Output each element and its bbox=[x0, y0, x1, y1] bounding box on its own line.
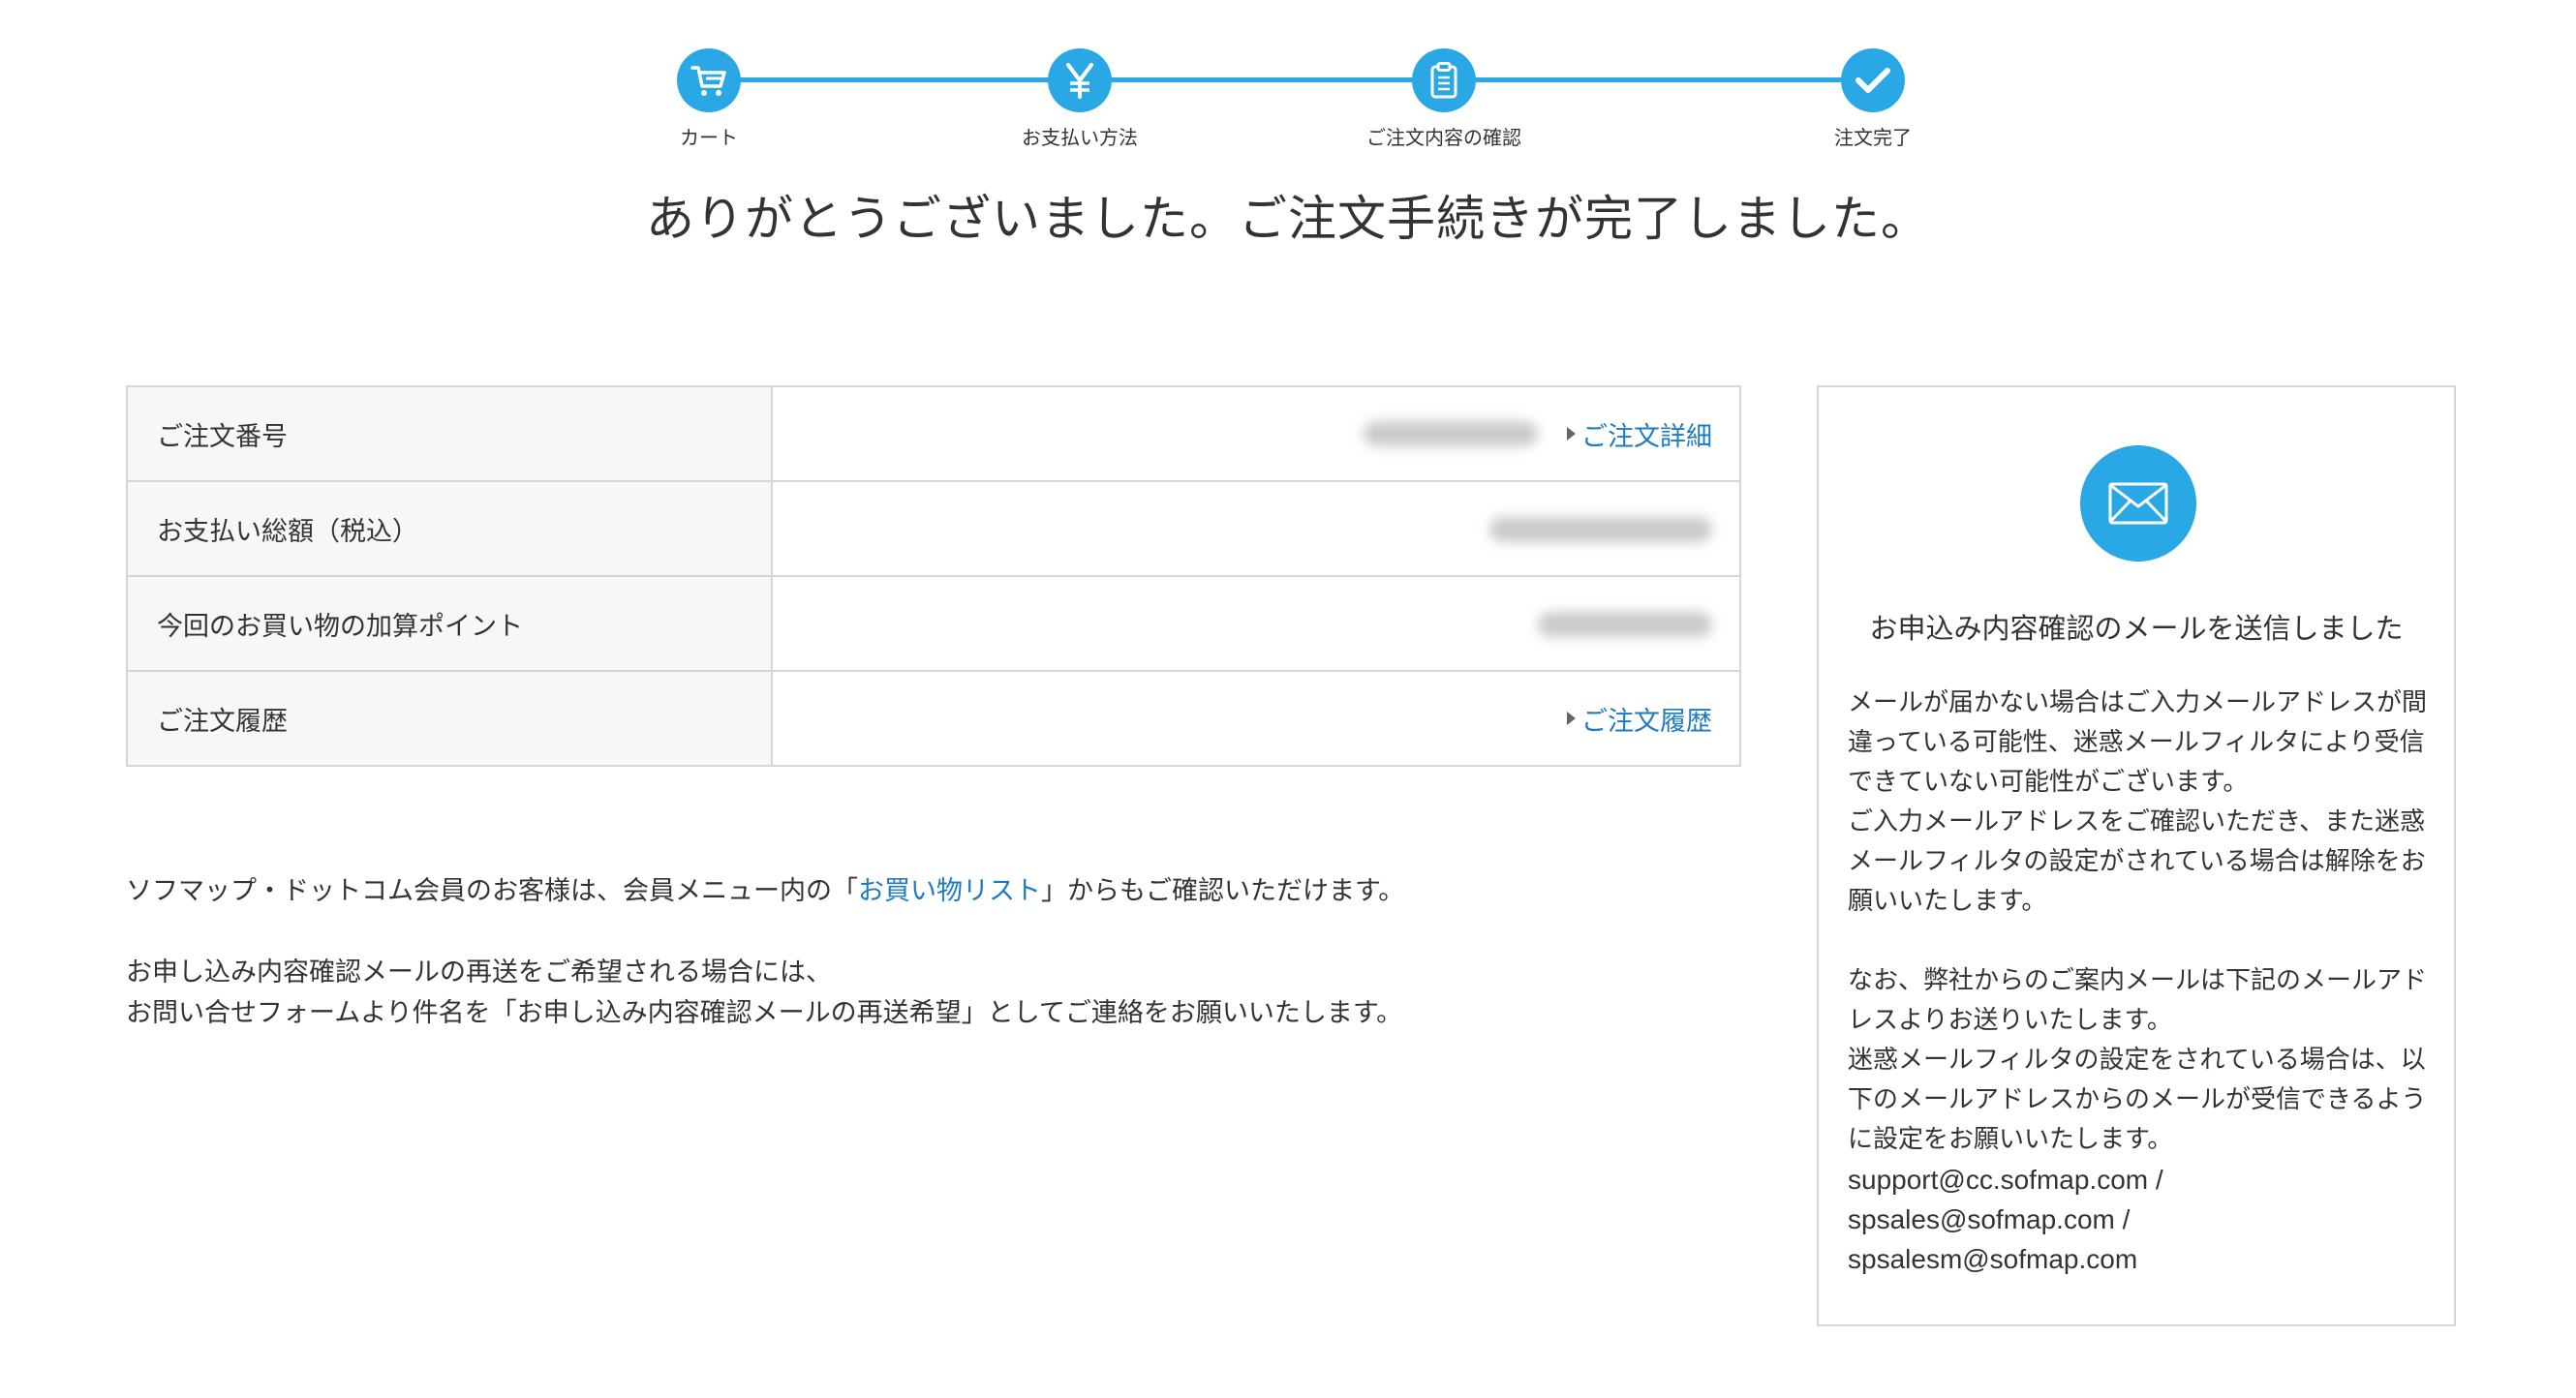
step-label: カート bbox=[680, 126, 738, 149]
total-payment-cell bbox=[771, 480, 1741, 577]
step-label: 注文完了 bbox=[1834, 126, 1912, 149]
mail-sent-panel: お申込み内容確認のメールを送信しました メールが届かない場合はご入力メールアドレ… bbox=[1817, 385, 2456, 1326]
step-cart: カート bbox=[593, 48, 825, 150]
total-payment-label: お支払い総額（税込） bbox=[126, 480, 773, 577]
resend-note-line1: お申し込み内容確認メールの再送をご希望される場合には、 bbox=[126, 957, 832, 988]
cart-icon bbox=[677, 48, 741, 112]
mail-paragraph: メールが届かない場合はご入力メールアドレスが間違っている可能性、迷惑メールフィル… bbox=[1848, 688, 2428, 797]
step-complete: 注文完了 bbox=[1757, 48, 1989, 150]
order-notes: ソフマップ・ドットコム会員のお客様は、会員メニュー内の「お買い物リスト」からもご… bbox=[126, 871, 1741, 1034]
points-label: 今回のお買い物の加算ポイント bbox=[126, 575, 773, 672]
page-title: ありがとうございました。ご注文手続きが完了しました。 bbox=[646, 191, 1930, 247]
step-payment: お支払い方法 bbox=[964, 48, 1196, 150]
progress-line bbox=[709, 77, 1873, 82]
points-cell bbox=[771, 575, 1741, 672]
sender-address: support@cc.sofmap.com / bbox=[1848, 1165, 2163, 1195]
arrow-right-icon bbox=[1567, 427, 1576, 441]
check-icon bbox=[1841, 48, 1905, 112]
mail-paragraph: ご入力メールアドレスをご確認いただき、また迷惑メールフィルタの設定がされている場… bbox=[1848, 807, 2426, 916]
mail-paragraph: なお、弊社からのご案内メールは下記のメールアドレスよりお送りいたします。 bbox=[1848, 966, 2428, 1035]
order-summary-table: ご注文番号 ご注文詳細 お支払い総額（税込） 今回のお買い物の加算ポイント ご注… bbox=[126, 385, 1741, 767]
resend-note-line2: お問い合せフォームより件名を「お申し込み内容確認メールの再送希望」としてご連絡を… bbox=[126, 998, 1403, 1028]
shopping-list-link[interactable]: お買い物リスト bbox=[858, 876, 1041, 906]
order-number-label: ご注文番号 bbox=[126, 385, 773, 482]
order-history-label: ご注文履歴 bbox=[126, 670, 773, 767]
clipboard-icon bbox=[1412, 48, 1476, 112]
yen-icon bbox=[1048, 48, 1112, 112]
mail-paragraph: 迷惑メールフィルタの設定をされている場合は、以下のメールアドレスからのメールが受… bbox=[1848, 1046, 2427, 1154]
order-detail-link[interactable]: ご注文詳細 bbox=[1581, 422, 1712, 452]
order-history-cell: ご注文履歴 bbox=[771, 670, 1741, 767]
order-history-link[interactable]: ご注文履歴 bbox=[1581, 707, 1712, 737]
table-row: 今回のお買い物の加算ポイント bbox=[126, 575, 1741, 672]
mail-sent-title: お申込み内容確認のメールを送信しました bbox=[1869, 612, 2404, 645]
table-row: ご注文履歴 ご注文履歴 bbox=[126, 670, 1741, 767]
table-row: お支払い総額（税込） bbox=[126, 480, 1741, 577]
table-row: ご注文番号 ご注文詳細 bbox=[126, 385, 1741, 482]
step-confirm: ご注文内容の確認 bbox=[1328, 48, 1560, 150]
order-number-value-redacted bbox=[1364, 421, 1538, 446]
arrow-right-icon bbox=[1567, 712, 1576, 725]
mail-sent-body: メールが届かない場合はご入力メールアドレスが間違っている可能性、迷惑メールフィル… bbox=[1848, 684, 2429, 1279]
sender-address: spsales@sofmap.com / bbox=[1848, 1204, 2131, 1234]
order-number-cell: ご注文詳細 bbox=[771, 385, 1741, 482]
checkout-progress-stepper: カート お支払い方法 ご注文内容の確認 注文完了 bbox=[0, 0, 2576, 155]
step-label: ご注文内容の確認 bbox=[1366, 126, 1521, 149]
sender-address: spsalesm@sofmap.com bbox=[1848, 1244, 2138, 1274]
envelope-icon bbox=[2080, 445, 2196, 562]
points-value-redacted bbox=[1538, 612, 1712, 637]
total-payment-value-redacted bbox=[1489, 517, 1712, 542]
step-label: お支払い方法 bbox=[1022, 126, 1138, 149]
shopping-list-note: ソフマップ・ドットコム会員のお客様は、会員メニュー内の「お買い物リスト」からもご… bbox=[126, 876, 1405, 906]
